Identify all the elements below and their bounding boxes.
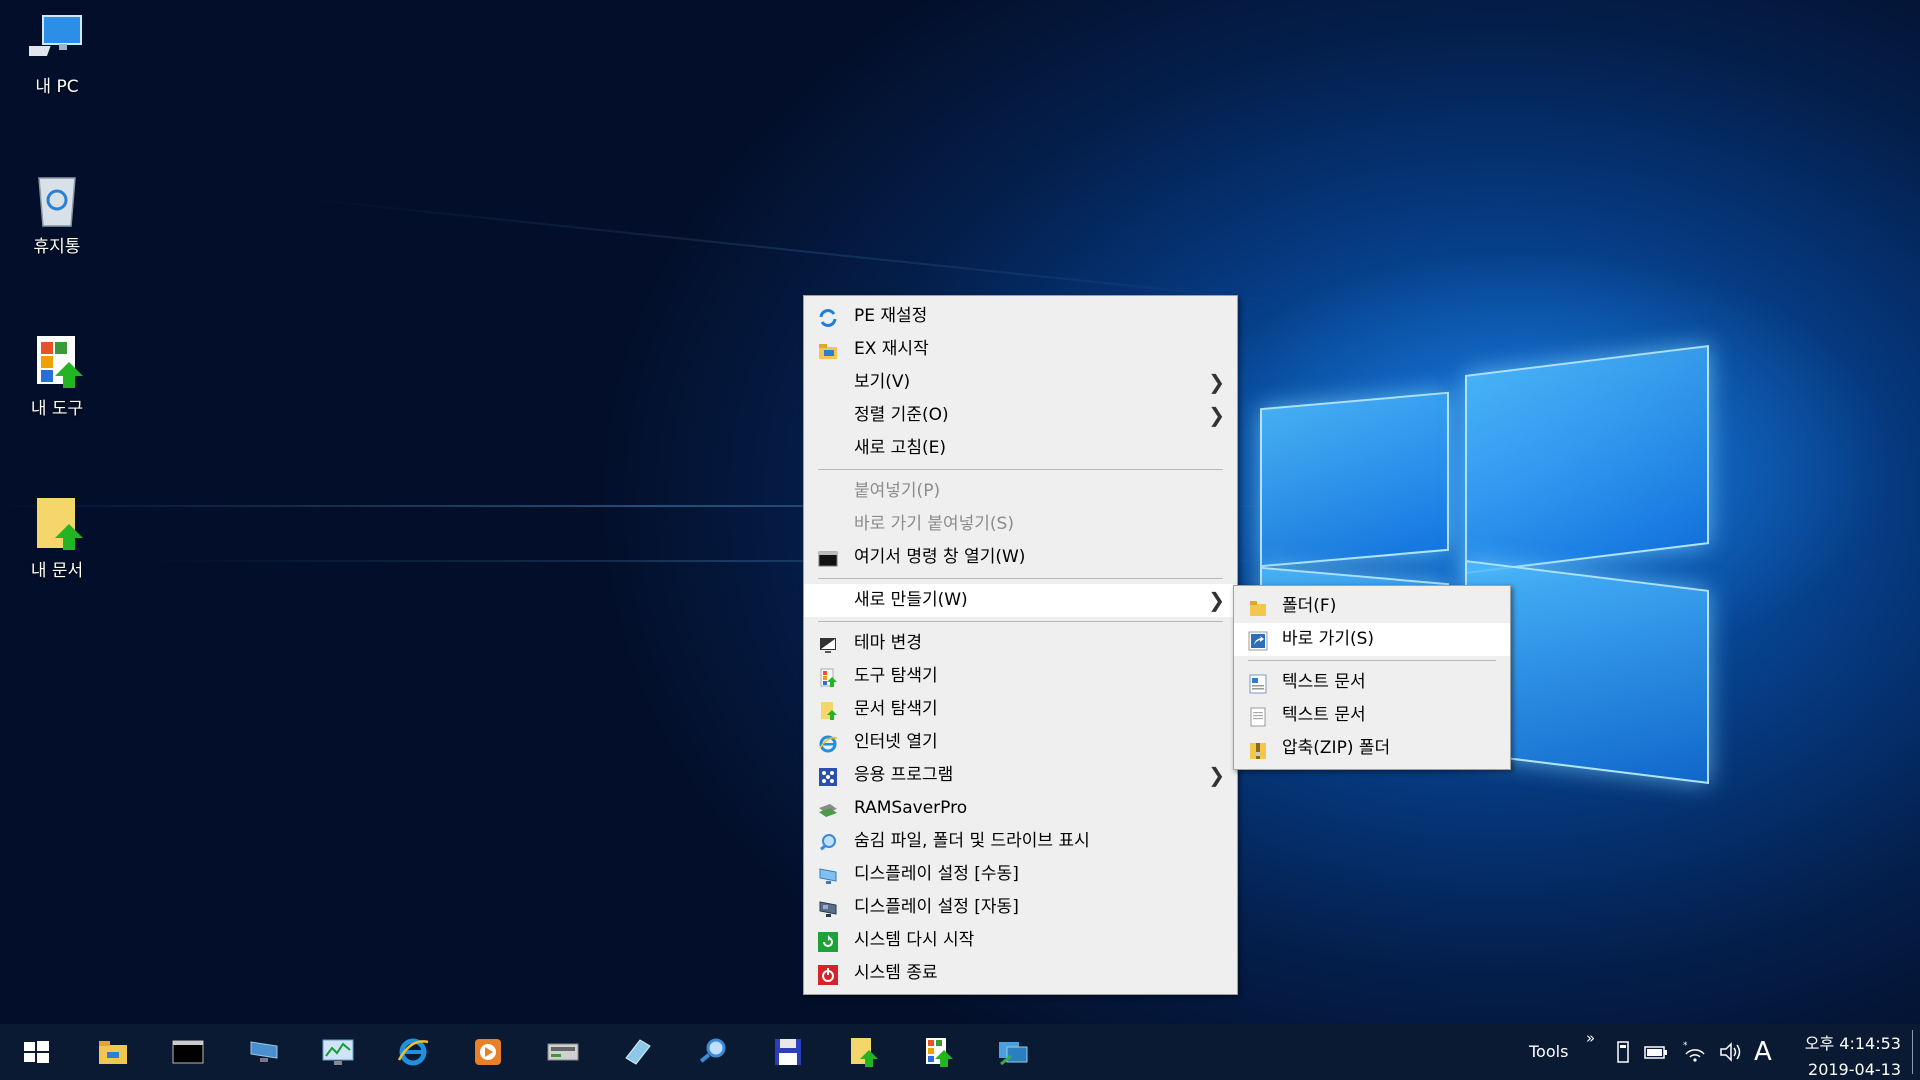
menu-item-system-restart[interactable]: 시스템 다시 시작 (804, 924, 1237, 957)
apps-icon (818, 766, 838, 786)
taskbar: Tools » * A 오후 4:14:53 2019-04-13 (0, 1024, 1920, 1080)
recycle-bin-icon (29, 172, 85, 228)
refresh-icon (818, 307, 838, 327)
wifi-icon[interactable]: * (1682, 1040, 1708, 1064)
volume-icon[interactable] (1718, 1040, 1744, 1064)
file-explorer-icon[interactable] (97, 1036, 129, 1068)
menu-item-view[interactable]: 보기(V) ❯ (804, 366, 1237, 399)
menu-separator (1248, 660, 1496, 661)
desktop-icon-my-pc[interactable]: 내 PC (14, 12, 100, 97)
monitor-icon (818, 865, 838, 885)
restart-icon (818, 931, 838, 952)
tools-shortcut-icon (29, 334, 85, 390)
command-prompt-icon[interactable] (172, 1036, 204, 1068)
document-icon (818, 700, 838, 720)
menu-item-system-shutdown[interactable]: 시스템 종료 (804, 957, 1237, 990)
submenu-item-folder[interactable]: 폴더(F) (1234, 590, 1510, 623)
clock-time: 오후 4:14:53 (1804, 1034, 1901, 1053)
text-document-icon (1248, 673, 1268, 694)
battery-icon[interactable] (1643, 1042, 1669, 1062)
submenu-item-zip-folder[interactable]: 압축(ZIP) 폴더 (1234, 732, 1510, 765)
start-icon[interactable] (20, 1036, 52, 1068)
shutdown-icon (818, 964, 838, 985)
chevron-right-icon: ❯ (1208, 370, 1225, 394)
my-documents-icon[interactable] (847, 1036, 879, 1068)
chevron-right-icon: ❯ (1208, 588, 1225, 612)
menu-item-new[interactable]: 새로 만들기(W) ❯ (804, 584, 1237, 617)
monitor-auto-icon (818, 898, 838, 918)
folder-icon (1248, 597, 1268, 617)
toolbar-overflow-icon[interactable]: » (1586, 1018, 1595, 1074)
menu-item-open-command-window[interactable]: 여기서 명령 창 열기(W) (804, 541, 1237, 574)
chevron-right-icon: ❯ (1208, 403, 1225, 427)
remote-desktop-icon[interactable] (997, 1036, 1029, 1068)
menu-item-change-theme[interactable]: 테마 변경 (804, 627, 1237, 660)
menu-item-ramsaverpro[interactable]: RAMSaverPro (804, 792, 1237, 825)
explorer-folder-icon (818, 340, 838, 360)
submenu-item-text-document[interactable]: 텍스트 문서 (1234, 666, 1510, 699)
menu-item-documents-explorer[interactable]: 문서 탐색기 (804, 693, 1237, 726)
ram-icon (818, 799, 838, 819)
menu-item-show-hidden-files[interactable]: 숨김 파일, 폴더 및 드라이브 표시 (804, 825, 1237, 858)
menu-item-refresh[interactable]: 새로 고침(E) (804, 432, 1237, 465)
floppy-save-icon[interactable] (772, 1036, 804, 1068)
desktop-icon-label: 내 문서 (30, 561, 84, 581)
shortcut-icon (1248, 630, 1268, 651)
internet-explorer-icon (818, 733, 838, 753)
menu-item-paste: 붙여넣기(P) (854, 481, 941, 501)
tools-toolbar-label[interactable]: Tools (1529, 1024, 1568, 1080)
plain-document-icon (1248, 706, 1268, 727)
menu-item-pe-reset[interactable]: PE 재설정 (804, 300, 1237, 333)
console-icon (818, 548, 838, 568)
light-beam (302, 197, 1298, 305)
svg-text:*: * (1683, 1041, 1688, 1051)
media-player-icon[interactable] (472, 1036, 504, 1068)
desktop-icon-my-documents[interactable]: 내 문서 (14, 496, 100, 581)
menu-item-display-settings-auto[interactable]: 디스플레이 설정 [자동] (804, 891, 1237, 924)
theme-icon (818, 634, 838, 654)
computer-icon (16, 12, 85, 68)
show-desktop-button[interactable] (1912, 1030, 1913, 1074)
desktop-icon-label: 휴지통 (33, 237, 81, 257)
tools-icon (818, 667, 838, 687)
my-tools-icon[interactable] (922, 1036, 954, 1068)
input-method-indicator[interactable]: A (1754, 1024, 1772, 1080)
menu-item-applications[interactable]: 응용 프로그램 ❯ (804, 759, 1237, 792)
usb-drive-icon[interactable] (1614, 1040, 1632, 1064)
submenu-item-shortcut[interactable]: 바로 가기(S) (1234, 623, 1510, 656)
menu-item-display-settings-manual[interactable]: 디스플레이 설정 [수동] (804, 858, 1237, 891)
drive-icon[interactable] (547, 1036, 579, 1068)
menu-separator (818, 578, 1223, 579)
desktop-icon-label: 내 도구 (30, 399, 84, 419)
menu-separator (818, 469, 1223, 470)
network-icon[interactable] (248, 1036, 280, 1068)
submenu-item-plain-text-document[interactable]: 텍스트 문서 (1234, 699, 1510, 732)
chevron-right-icon: ❯ (1208, 763, 1225, 787)
desktop-icon-label: 내 PC (35, 77, 79, 97)
clock-date: 2019-04-13 (1808, 1060, 1901, 1079)
desktop-icon-my-tools[interactable]: 내 도구 (14, 334, 100, 419)
desktop-context-menu: PE 재설정 EX 재시작 보기(V) ❯ 정렬 기준(O) ❯ 새로 고침(E… (803, 295, 1238, 995)
menu-item-paste-shortcut: 바로 가기 붙여넣기(S) (854, 514, 1014, 534)
magnifier-icon (818, 832, 838, 852)
search-user-icon[interactable] (697, 1036, 729, 1068)
internet-explorer-icon[interactable] (397, 1036, 429, 1068)
menu-separator (818, 621, 1223, 622)
new-submenu: 폴더(F) 바로 가기(S) 텍스트 문서 텍스트 문서 압축(ZIP) 폴더 (1233, 585, 1511, 770)
eraser-icon[interactable] (622, 1036, 654, 1068)
menu-item-open-internet[interactable]: 인터넷 열기 (804, 726, 1237, 759)
desktop-icon-recycle-bin[interactable]: 휴지통 (14, 172, 100, 257)
menu-item-tools-explorer[interactable]: 도구 탐색기 (804, 660, 1237, 693)
menu-item-ex-restart[interactable]: EX 재시작 (804, 333, 1237, 366)
resource-monitor-icon[interactable] (322, 1036, 354, 1068)
zip-folder-icon (1248, 739, 1268, 759)
menu-item-sort-by[interactable]: 정렬 기준(O) ❯ (804, 399, 1237, 432)
documents-shortcut-icon (29, 496, 85, 552)
clock[interactable]: 오후 4:14:53 2019-04-13 (1797, 1024, 1901, 1080)
